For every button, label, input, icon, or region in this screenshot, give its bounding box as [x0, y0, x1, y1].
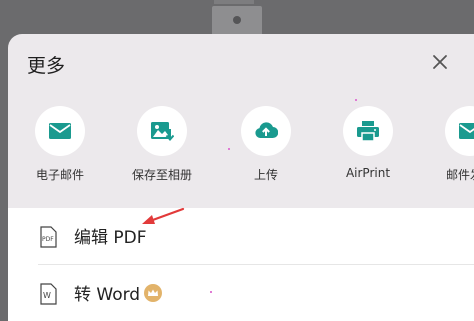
- annotation-arrow-icon: [142, 207, 185, 224]
- annotation-mark: [228, 148, 230, 150]
- annotation-mark: [355, 99, 357, 101]
- annotation-mark: [210, 291, 212, 293]
